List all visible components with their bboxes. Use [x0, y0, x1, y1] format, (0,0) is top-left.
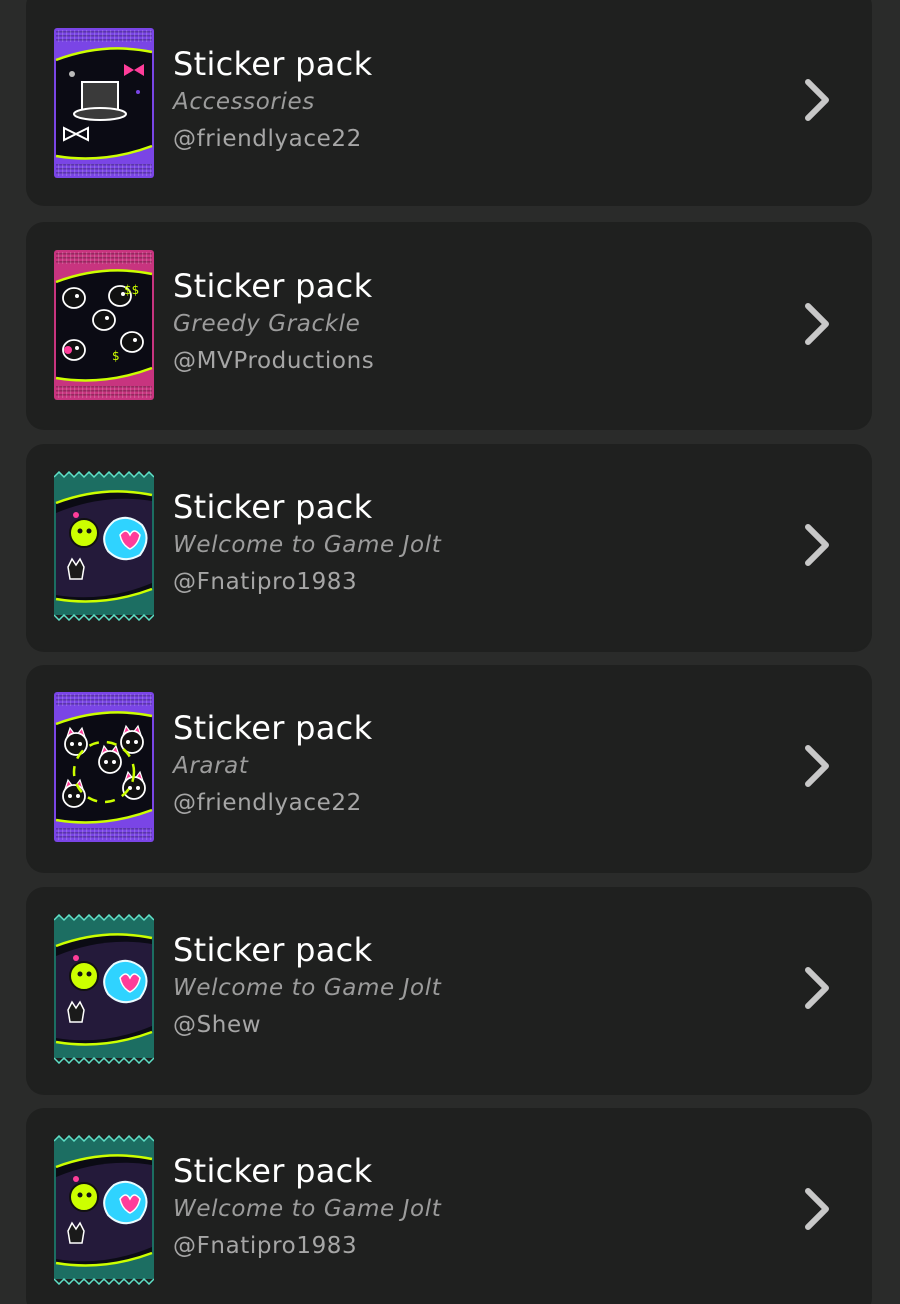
- svg-text:$$: $$: [124, 283, 139, 297]
- sticker-pack-image: [54, 692, 154, 842]
- sticker-pack-image: [54, 471, 154, 621]
- sticker-pack-list: Sticker pack Accessories @friendlyace22 …: [0, 0, 900, 1304]
- sticker-pack-image: [54, 28, 154, 178]
- pack-title: Sticker pack: [173, 1152, 373, 1190]
- sticker-pack-card[interactable]: Sticker pack Welcome to Game Jolt @Shew: [26, 887, 872, 1093]
- chevron-right-icon: [802, 1187, 834, 1231]
- pack-author: @friendlyace22: [173, 126, 362, 152]
- pack-author: @MVProductions: [173, 348, 375, 374]
- chevron-right-icon: [802, 744, 834, 788]
- sticker-pack-card[interactable]: Sticker pack Ararat @friendlyace22: [26, 665, 872, 871]
- sticker-pack-card[interactable]: $$ $ Sticker pack Greedy Grackle @MVProdu…: [26, 222, 872, 428]
- pack-author: @Fnatipro1983: [173, 569, 358, 595]
- pack-author: @Shew: [173, 1012, 262, 1038]
- pack-name: Welcome to Game Jolt: [173, 532, 442, 558]
- sticker-pack-image: $$ $: [54, 250, 154, 400]
- pack-author: @friendlyace22: [173, 790, 362, 816]
- pack-name: Ararat: [173, 753, 249, 779]
- pack-name: Accessories: [173, 89, 315, 115]
- sticker-pack-card[interactable]: Sticker pack Accessories @friendlyace22: [26, 0, 872, 204]
- pack-name: Welcome to Game Jolt: [173, 1196, 442, 1222]
- chevron-right-icon: [802, 78, 834, 122]
- chevron-right-icon: [802, 966, 834, 1010]
- sticker-pack-card[interactable]: Sticker pack Welcome to Game Jolt @Fnati…: [26, 1108, 872, 1304]
- sticker-pack-image: [54, 914, 154, 1064]
- pack-title: Sticker pack: [173, 488, 373, 526]
- pack-name: Welcome to Game Jolt: [173, 975, 442, 1001]
- chevron-right-icon: [802, 302, 834, 346]
- pack-title: Sticker pack: [173, 267, 373, 305]
- pack-author: @Fnatipro1983: [173, 1233, 358, 1259]
- chevron-right-icon: [802, 523, 834, 567]
- sticker-pack-image: [54, 1135, 154, 1285]
- svg-text:$: $: [112, 349, 120, 363]
- pack-title: Sticker pack: [173, 45, 373, 83]
- sticker-pack-card[interactable]: Sticker pack Welcome to Game Jolt @Fnati…: [26, 444, 872, 650]
- pack-name: Greedy Grackle: [173, 311, 361, 337]
- pack-title: Sticker pack: [173, 709, 373, 747]
- pack-title: Sticker pack: [173, 931, 373, 969]
